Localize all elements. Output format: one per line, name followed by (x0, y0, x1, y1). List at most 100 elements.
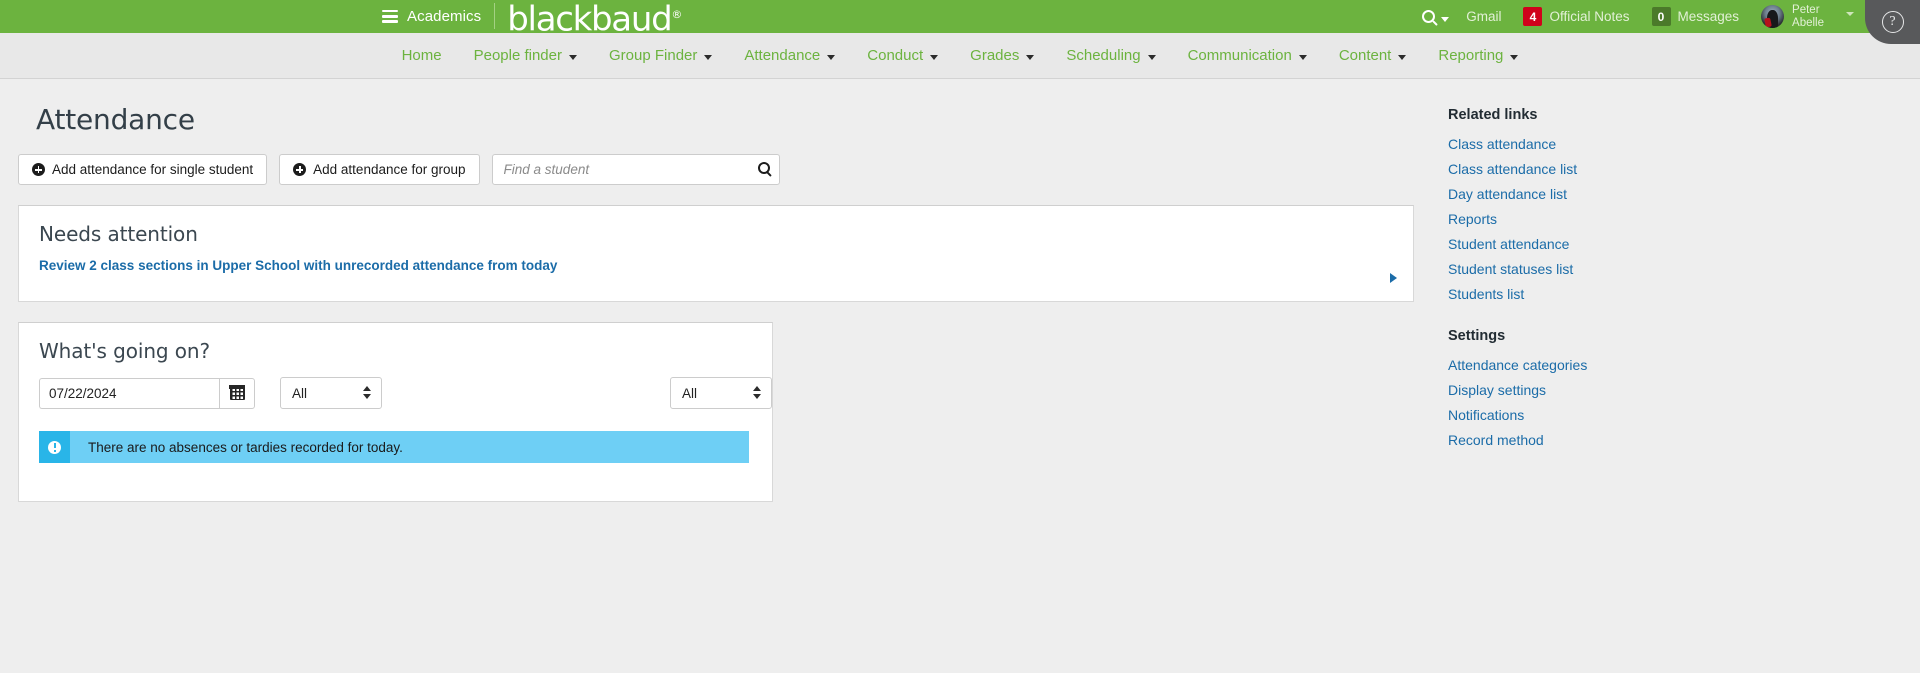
filter-select-two[interactable]: All (670, 377, 772, 409)
search-submit-button[interactable] (757, 161, 770, 179)
nav-label: Group Finder (609, 47, 698, 64)
button-label: Add attendance for single student (52, 162, 254, 177)
search-icon (757, 162, 770, 174)
sidebar-link-student-statuses-list[interactable]: Student statuses list (1448, 256, 1834, 281)
whats-going-on-title: What's going on? (39, 339, 210, 363)
official-notes-count-badge: 4 (1523, 7, 1543, 26)
nav-label: Scheduling (1066, 47, 1141, 64)
topbar-left-group: Academics blackbaud® (382, 0, 682, 37)
sidebar-link-notifications[interactable]: Notifications (1448, 402, 1834, 427)
help-panel-button[interactable]: ? (1865, 0, 1920, 44)
filter-row: All All (19, 363, 772, 409)
sidebar-link-reports[interactable]: Reports (1448, 206, 1834, 231)
page-title: Attendance (36, 103, 195, 136)
chevron-down-icon (1398, 55, 1407, 60)
search-input[interactable] (492, 155, 738, 184)
hamburger-menu-icon[interactable] (382, 9, 398, 23)
main-navigation: Home People finder Group Finder Attendan… (0, 33, 1920, 79)
nav-item-conduct[interactable]: Conduct (851, 33, 954, 79)
main-column: Attendance Add attendance for single stu… (0, 79, 1414, 502)
user-last-name: Abelle (1792, 16, 1824, 29)
nav-label: Home (401, 47, 442, 64)
brand-text: blackbaud (507, 0, 672, 40)
calendar-picker-button[interactable] (219, 377, 255, 409)
filter-select-one[interactable]: All (280, 377, 382, 409)
nav-label: Communication (1187, 47, 1292, 64)
sidebar-link-day-attendance-list[interactable]: Day attendance list (1448, 181, 1834, 206)
nav-label: Content (1338, 47, 1392, 64)
action-toolbar: Add attendance for single student Add at… (18, 154, 1414, 185)
gmail-label: Gmail (1466, 9, 1502, 24)
messages-count-badge: 0 (1651, 7, 1671, 26)
chevron-down-icon (1441, 17, 1450, 22)
sidebar-link-record-method[interactable]: Record method (1448, 427, 1834, 452)
sidebar-link-class-attendance[interactable]: Class attendance (1448, 131, 1834, 156)
plus-circle-icon (293, 163, 307, 176)
chevron-down-icon (569, 55, 577, 60)
global-search-button[interactable] (1411, 0, 1455, 33)
search-icon (1422, 10, 1436, 23)
stepper-arrows-icon (753, 386, 761, 399)
user-avatar (1761, 5, 1785, 28)
question-mark-icon: ? (1881, 11, 1904, 33)
nav-item-communication[interactable]: Communication (1172, 33, 1323, 79)
info-alert-text: There are no absences or tardies recorde… (88, 439, 403, 455)
page-body: Attendance Add attendance for single stu… (0, 79, 1920, 672)
needs-attention-link[interactable]: Review 2 class sections in Upper School … (19, 246, 557, 273)
chevron-down-icon (1510, 55, 1519, 60)
chevron-down-icon (1846, 11, 1854, 16)
chevron-down-icon (1147, 55, 1156, 60)
gmail-link[interactable]: Gmail (1455, 0, 1512, 33)
top-app-bar: Academics blackbaud® Gmail 4 Official No… (0, 0, 1920, 44)
info-exclamation-icon (48, 440, 61, 454)
add-attendance-single-student-button[interactable]: Add attendance for single student (18, 154, 268, 185)
whats-going-on-card: What's going on? All All (18, 322, 773, 502)
user-name: Peter Abelle (1792, 4, 1824, 29)
content-wrapper: Attendance Add attendance for single stu… (0, 79, 1920, 502)
chevron-down-icon (1298, 55, 1307, 60)
chevron-right-icon[interactable] (1390, 273, 1397, 283)
nav-item-home[interactable]: Home (386, 33, 458, 79)
sidebar-link-students-list[interactable]: Students list (1448, 281, 1834, 306)
needs-attention-card: Needs attention Review 2 class sections … (18, 205, 1414, 302)
sidebar-link-class-attendance-list[interactable]: Class attendance list (1448, 156, 1834, 181)
official-notes-label: Official Notes (1549, 9, 1630, 24)
filter-two-value: All (682, 385, 698, 401)
topbar-right-group: Gmail 4 Official Notes 0 Messages Peter … (1411, 0, 1865, 33)
chevron-down-icon (827, 55, 836, 60)
date-input[interactable] (39, 377, 219, 409)
settings-heading: Settings (1448, 328, 1506, 344)
nav-label: Conduct (867, 47, 924, 64)
find-student-search[interactable] (491, 154, 780, 185)
sidebar-link-display-settings[interactable]: Display settings (1448, 377, 1834, 402)
info-alert: There are no absences or tardies recorde… (39, 431, 749, 463)
related-links-heading: Related links (1448, 107, 1538, 123)
sidebar-link-student-attendance[interactable]: Student attendance (1448, 231, 1834, 256)
calendar-icon (228, 385, 246, 400)
nav-item-content[interactable]: Content (1323, 33, 1423, 79)
user-first-name: Peter (1792, 4, 1820, 16)
chevron-down-icon (1026, 55, 1035, 60)
user-menu[interactable]: Peter Abelle (1750, 0, 1865, 33)
nav-label: Reporting (1438, 47, 1504, 64)
messages-link[interactable]: 0 Messages (1641, 0, 1751, 33)
add-attendance-group-button[interactable]: Add attendance for group (279, 154, 480, 185)
date-picker-group (39, 377, 255, 409)
filter-one-value: All (292, 385, 308, 401)
nav-label: Grades (970, 47, 1020, 64)
nav-item-grades[interactable]: Grades (954, 33, 1050, 79)
academics-menu-label[interactable]: Academics (407, 8, 481, 25)
official-notes-link[interactable]: 4 Official Notes (1512, 0, 1640, 33)
messages-label: Messages (1677, 9, 1740, 24)
nav-item-reporting[interactable]: Reporting (1422, 33, 1534, 79)
stepper-arrows-icon (363, 386, 371, 399)
sidebar-link-attendance-categories[interactable]: Attendance categories (1448, 352, 1834, 377)
button-label: Add attendance for group (313, 162, 466, 177)
nav-item-scheduling[interactable]: Scheduling (1050, 33, 1171, 79)
plus-circle-icon (32, 163, 45, 176)
topbar-divider (494, 3, 496, 30)
blackbaud-logo[interactable]: blackbaud® (507, 1, 682, 37)
info-alert-icon-box (39, 431, 70, 463)
nav-label: Attendance (744, 47, 821, 64)
nav-item-attendance[interactable]: Attendance (728, 33, 851, 79)
